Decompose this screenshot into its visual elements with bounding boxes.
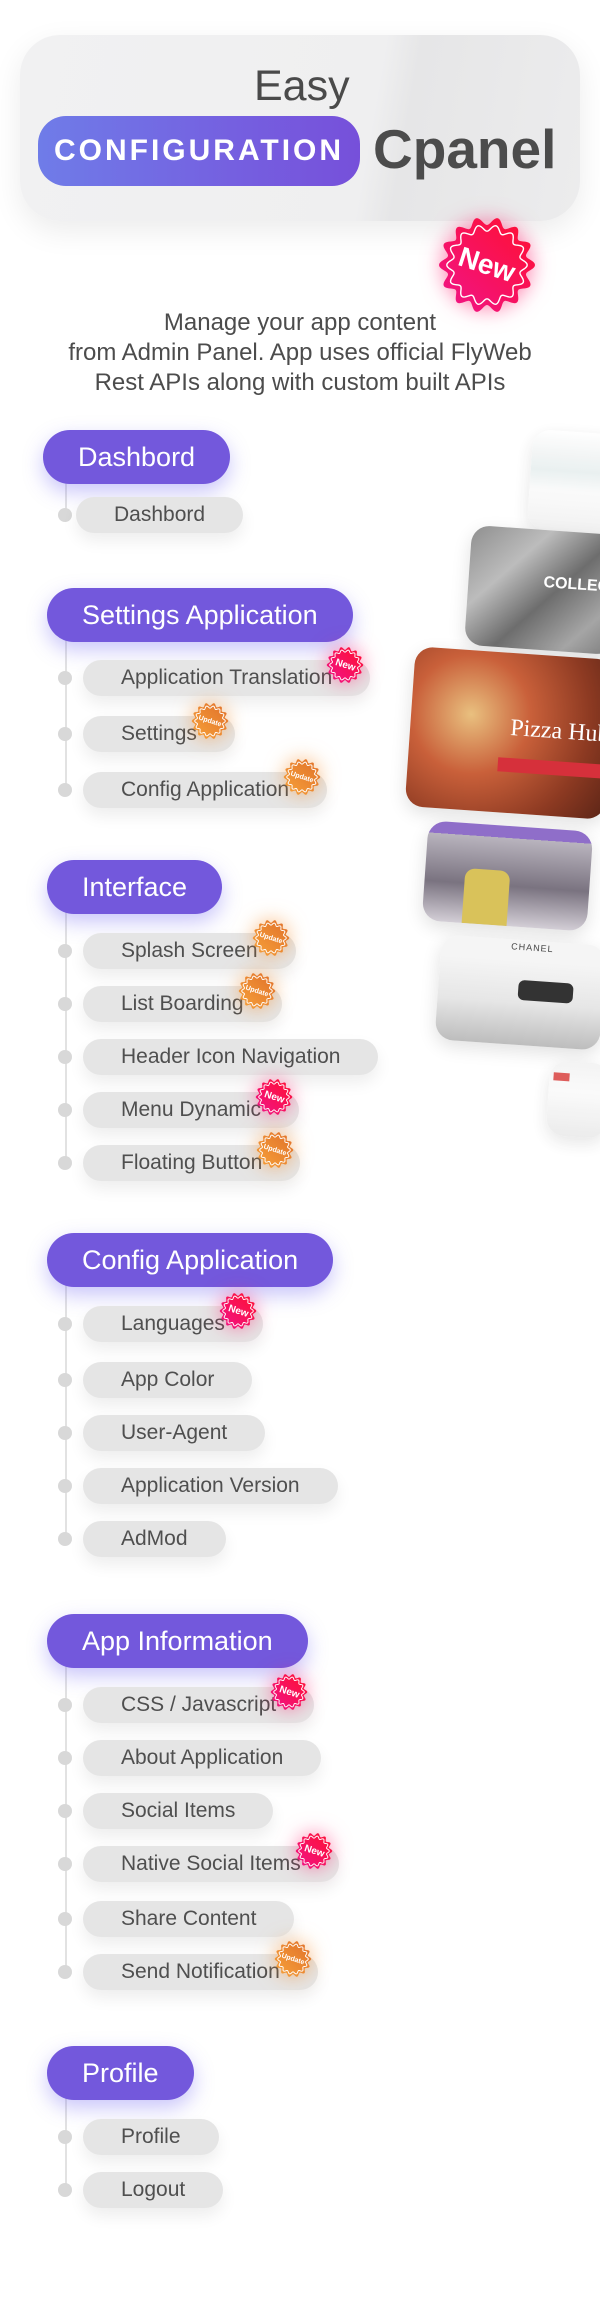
menu-item-text: Menu Dynamic: [121, 1098, 262, 1121]
bullet-dot-icon: [58, 1103, 72, 1117]
screenshot-marketplace: [526, 428, 600, 536]
menu-item-label[interactable]: Social Items: [83, 1793, 274, 1829]
bullet-dot-icon: [58, 1965, 72, 1979]
menu-item-label[interactable]: Profile: [83, 2119, 219, 2155]
screenshot-chanel: CHANEL: [434, 934, 600, 1051]
hero-easy-text: Easy: [254, 62, 350, 110]
menu-item-label[interactable]: Share Content: [83, 1901, 295, 1937]
menu-item-text: Floating Button: [121, 1151, 263, 1174]
menu-item-label[interactable]: Logout: [83, 2172, 224, 2208]
menu-item-text: App Color: [121, 1368, 215, 1391]
bullet-dot-icon: [58, 1479, 72, 1493]
bullet-dot-icon: [58, 1426, 72, 1440]
bullet-dot-icon: [58, 944, 72, 958]
update-badge-icon: Update: [191, 702, 229, 740]
screenshot-pizza-hub: Pizza Hub: [404, 646, 600, 820]
menu-item-text: About Application: [121, 1746, 284, 1769]
bullet-dot-icon: [58, 783, 72, 797]
new-badge-icon: New: [219, 1292, 257, 1330]
section-header[interactable]: Profile: [47, 2046, 194, 2100]
menu-item-label[interactable]: App Color: [83, 1362, 253, 1398]
bullet-dot-icon: [58, 508, 72, 522]
bullet-dot-icon: [58, 1804, 72, 1818]
bullet-dot-icon: [58, 1751, 72, 1765]
menu-item-text: Social Items: [121, 1799, 236, 1822]
menu-item-text: Config Application: [121, 778, 290, 801]
menu-item-text: AdMod: [121, 1527, 188, 1550]
menu-item-text: Send Notification: [121, 1960, 280, 1983]
new-badge-icon: New: [437, 215, 537, 315]
update-badge-icon: Update: [238, 972, 276, 1010]
bullet-dot-icon: [58, 1373, 72, 1387]
menu-item-text: Native Social Items: [121, 1852, 301, 1875]
menu-item-text: Header Icon Navigation: [121, 1045, 341, 1068]
section-header[interactable]: Interface: [47, 860, 223, 914]
update-badge-icon: Update: [252, 919, 290, 957]
section-header[interactable]: Settings Application: [47, 588, 353, 642]
menu-item-text: Languages: [121, 1312, 225, 1335]
hero-cpanel-text: Cpanel: [373, 118, 557, 180]
menu-item-label[interactable]: About Application: [83, 1740, 322, 1776]
bullet-dot-icon: [58, 997, 72, 1011]
screenshot-sports-news: [421, 820, 594, 932]
menu-item-text: Share Content: [121, 1907, 257, 1930]
screenshot-levis: [545, 1059, 600, 1140]
bullet-dot-icon: [58, 2183, 72, 2197]
menu-item-label[interactable]: AdMod: [83, 1521, 226, 1557]
menu-item-text: CSS / Javascript: [121, 1693, 277, 1716]
bullet-dot-icon: [58, 1317, 72, 1331]
section-header[interactable]: App Information: [47, 1614, 308, 1668]
screenshot-collection: COLLECTIO: [463, 524, 600, 656]
menu-item-text: Dashbord: [114, 503, 206, 526]
menu-item-text: Logout: [121, 2178, 186, 2201]
hero-configuration-label: CONFIGURATION: [38, 116, 360, 186]
menu-item-label[interactable]: Header Icon Navigation: [83, 1039, 379, 1075]
menu-item-text: Splash Screen: [121, 939, 258, 962]
tree-connector-line: [65, 638, 67, 790]
menu-item-text: Profile: [121, 2125, 181, 2148]
bullet-dot-icon: [58, 1156, 72, 1170]
update-badge-icon: Update: [256, 1131, 294, 1169]
menu-item-label[interactable]: Dashbord: [76, 497, 244, 533]
bullet-dot-icon: [58, 2130, 72, 2144]
menu-item-text: List Boarding: [121, 992, 244, 1015]
update-badge-icon: Update: [274, 1940, 312, 1978]
section-header[interactable]: Config Application: [47, 1233, 334, 1287]
new-badge-icon: New: [255, 1078, 293, 1116]
new-badge-icon: New: [326, 646, 364, 684]
menu-item-text: Settings: [121, 722, 197, 745]
bullet-dot-icon: [58, 1698, 72, 1712]
bullet-dot-icon: [58, 671, 72, 685]
bullet-dot-icon: [58, 1050, 72, 1064]
bullet-dot-icon: [58, 1857, 72, 1871]
new-badge-icon: New: [295, 1832, 333, 1870]
section-header[interactable]: Dashbord: [43, 430, 231, 484]
menu-item-label[interactable]: User-Agent: [83, 1415, 266, 1451]
hero-card: Easy CONFIGURATION Cpanel: [20, 35, 580, 221]
menu-item-text: Application Translation: [121, 666, 333, 689]
bullet-dot-icon: [58, 1532, 72, 1546]
bullet-dot-icon: [58, 727, 72, 741]
description: Manage your app content from Admin Panel…: [68, 309, 532, 396]
new-badge-icon: New: [270, 1673, 308, 1711]
bullet-dot-icon: [58, 1912, 72, 1926]
menu-item-text: Application Version: [121, 1474, 300, 1497]
menu-item-text: User-Agent: [121, 1421, 228, 1444]
update-badge-icon: Update: [283, 758, 321, 796]
menu-item-label[interactable]: Application Version: [83, 1468, 338, 1504]
